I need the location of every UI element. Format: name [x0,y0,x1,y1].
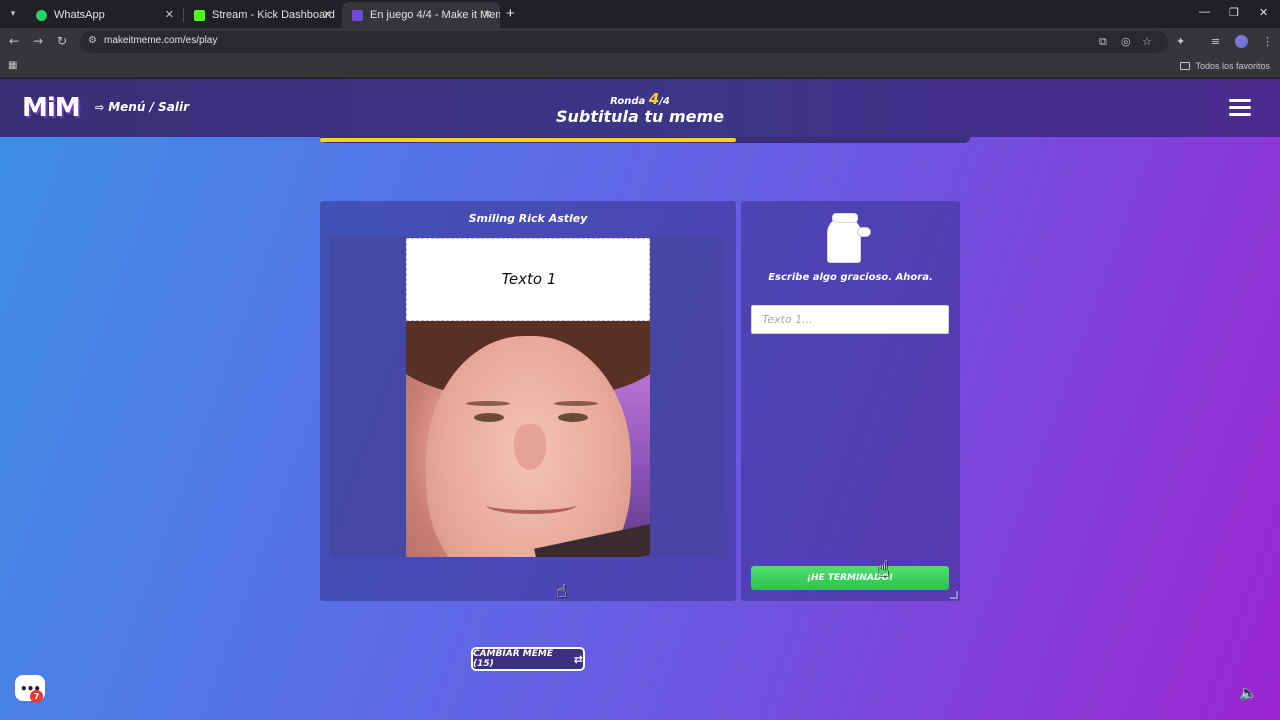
browser-tab-bar: ▾ WhatsApp ✕ Stream - Kick Dashboard ✕ E… [0,0,1280,28]
tab-title: Stream - Kick Dashboard [212,9,335,21]
writer-mascot-icon [827,213,871,265]
whatsapp-favicon-icon [36,9,47,21]
meme-caption-box[interactable]: Texto 1 [406,238,650,321]
round-indicator: Ronda 4/4 [0,90,1280,108]
close-tab-icon[interactable]: ✕ [483,8,492,21]
photo-mouth [486,496,576,514]
meme-caption-text: Texto 1 [501,270,557,288]
eye-hidden-icon[interactable]: ◎ [1121,35,1131,48]
hamburger-menu-icon[interactable] [1229,99,1251,117]
photo-left-brow [466,401,510,406]
site-info-icon[interactable]: ⚙ [88,35,97,46]
mim-favicon-icon [352,9,363,21]
round-current: 4 [648,90,660,108]
photo-right-eye [558,413,588,422]
photo-nose [514,424,546,470]
close-window-icon[interactable]: ✕ [1259,6,1268,19]
game-header: MiM ⇨ Menú / Salir Ronda 4/4 Subtitula tu… [0,79,1280,137]
url-text[interactable]: makeitmeme.com/es/play [104,35,217,46]
tab-whatsapp[interactable]: WhatsApp ✕ [26,2,182,28]
bookmark-star-icon[interactable]: ☆ [1142,35,1152,48]
all-bookmarks-button[interactable]: Todos los favoritos [1180,61,1270,71]
browser-menu-icon[interactable]: ⋮ [1262,35,1273,48]
apps-grid-icon[interactable]: ▦ [8,60,17,71]
folder-icon [1180,62,1191,70]
reload-icon[interactable]: ↻ [57,34,67,48]
hand-pointer-cursor-icon: ☝ [876,557,890,582]
restore-window-icon[interactable]: ❐ [1229,6,1239,19]
photo-left-eye [474,413,504,422]
swap-arrows-icon: ⇄ [573,652,583,666]
meme-image: Texto 1 [406,238,650,557]
install-app-icon[interactable]: ⧉ [1099,35,1107,49]
close-tab-icon[interactable]: ✕ [323,8,332,21]
address-bar[interactable]: ⚙ makeitmeme.com/es/play [80,31,1168,53]
new-tab-button[interactable]: + [506,5,515,22]
profile-avatar[interactable] [1235,35,1248,48]
done-button[interactable]: ¡HE TERMINADO! [751,566,949,590]
tab-make-it-meme[interactable]: En juego 4/4 - Make it Meme ✕ [342,2,500,28]
change-meme-button[interactable]: CAMBIAR MEME (15) ⇄ [471,647,585,671]
chat-unread-badge: 7 [30,690,43,703]
forward-arrow-icon[interactable]: → [33,34,43,48]
game-page: MiM ⇨ Menú / Salir Ronda 4/4 Subtitula tu… [0,79,1280,720]
all-bookmarks-label: Todos los favoritos [1195,61,1270,71]
bookmarks-bar: ▦ Todos los favoritos [0,56,1280,78]
round-total: /4 [659,96,670,107]
kick-favicon-icon [194,9,205,21]
photo-right-brow [554,401,598,406]
tab-title: WhatsApp [54,9,105,21]
write-prompt: Escribe algo gracioso. Ahora. [768,272,933,283]
phase-title: Subtitula tu meme [555,107,725,126]
resize-grip-icon[interactable] [950,591,958,599]
tab-search-chevron-icon[interactable]: ▾ [5,6,21,22]
speaker-icon[interactable]: 🔈 [1239,684,1258,702]
close-tab-icon[interactable]: ✕ [165,8,174,21]
round-timer-fill [320,138,736,142]
hand-pointer-cursor-icon: ☝ [556,581,567,602]
tab-title: En juego 4/4 - Make it Meme [370,9,500,21]
change-meme-label: CAMBIAR MEME (15) [473,649,553,669]
browser-toolbar: ← → ↻ ⚙ makeitmeme.com/es/play ⧉ ◎ ☆ ✦ ≡… [0,28,1280,56]
meme-panel: Smiling Rick Astley Texto 1 CAMBIAR MEME… [320,201,736,671]
caption-write-panel: Escribe algo gracioso. Ahora. ¡HE TERMIN… [741,201,960,601]
back-arrow-icon[interactable]: ← [9,34,19,48]
round-label: Ronda [610,96,646,107]
caption-input[interactable] [751,305,949,334]
media-control-icon[interactable]: ≡ [1211,35,1220,48]
extensions-icon[interactable]: ✦ [1176,35,1185,48]
round-timer-bar [320,137,970,143]
tab-kick-dashboard[interactable]: Stream - Kick Dashboard ✕ [184,2,340,28]
meme-template-name: Smiling Rick Astley [468,212,588,225]
meme-photo [406,321,650,557]
minimize-window-icon[interactable]: — [1199,6,1210,18]
